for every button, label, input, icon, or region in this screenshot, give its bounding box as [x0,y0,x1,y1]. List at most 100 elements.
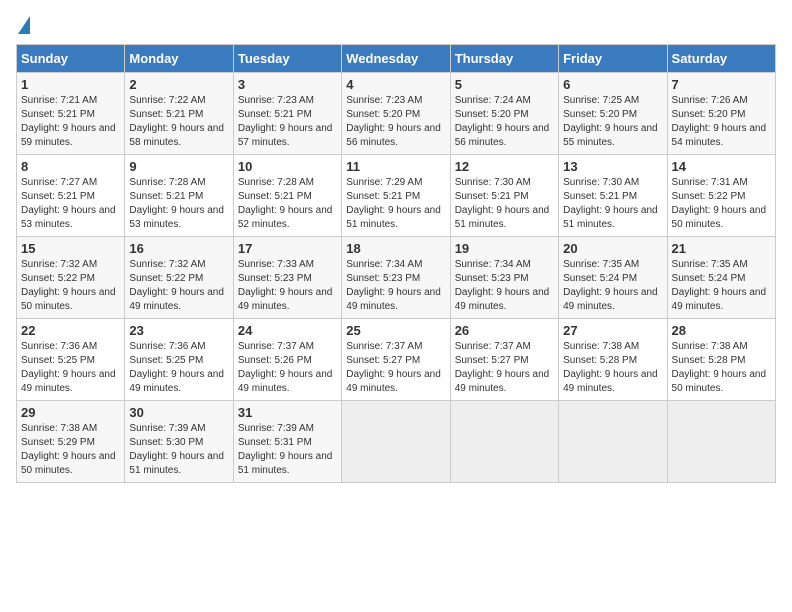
day-number: 4 [346,77,445,92]
calendar-week-row: 15 Sunrise: 7:32 AMSunset: 5:22 PMDayligh… [17,237,776,319]
day-info: Sunrise: 7:33 AMSunset: 5:23 PMDaylight:… [238,258,337,314]
calendar-day-cell: 5 Sunrise: 7:24 AMSunset: 5:20 PMDaylight… [450,73,558,155]
day-number: 18 [346,241,445,256]
day-info: Sunrise: 7:35 AMSunset: 5:24 PMDaylight:… [672,258,771,314]
calendar-day-cell: 7 Sunrise: 7:26 AMSunset: 5:20 PMDaylight… [667,73,775,155]
calendar-day-cell: 12Sunrise: 7:30 AMSunset: 5:21 PMDayligh… [450,155,558,237]
day-info: Sunrise: 7:24 AMSunset: 5:20 PMDaylight:… [455,94,554,150]
day-info: Sunrise: 7:36 AMSunset: 5:25 PMDaylight:… [129,340,228,396]
day-number: 6 [563,77,662,92]
day-info: Sunrise: 7:27 AMSunset: 5:21 PMDaylight:… [21,176,120,232]
day-number: 15 [21,241,120,256]
day-info: Sunrise: 7:38 AMSunset: 5:29 PMDaylight:… [21,422,120,478]
calendar-day-cell: 3 Sunrise: 7:23 AMSunset: 5:21 PMDaylight… [233,73,341,155]
day-number: 1 [21,77,120,92]
day-info: Sunrise: 7:38 AMSunset: 5:28 PMDaylight:… [563,340,662,396]
day-info: Sunrise: 7:22 AMSunset: 5:21 PMDaylight:… [129,94,228,150]
calendar-day-cell: 22 Sunrise: 7:36 AMSunset: 5:25 PMDayligh… [17,319,125,401]
calendar-day-cell: 10 Sunrise: 7:28 AMSunset: 5:21 PMDayligh… [233,155,341,237]
day-info: Sunrise: 7:34 AMSunset: 5:23 PMDaylight:… [346,258,445,314]
calendar-day-cell [559,401,667,483]
calendar-day-cell: 6 Sunrise: 7:25 AMSunset: 5:20 PMDaylight… [559,73,667,155]
day-info: Sunrise: 7:25 AMSunset: 5:20 PMDaylight:… [563,94,662,150]
calendar-day-cell: 26 Sunrise: 7:37 AMSunset: 5:27 PMDayligh… [450,319,558,401]
day-number: 10 [238,159,337,174]
day-number: 21 [672,241,771,256]
calendar-day-cell: 9 Sunrise: 7:28 AMSunset: 5:21 PMDaylight… [125,155,233,237]
day-info: Sunrise: 7:31 AMSunset: 5:22 PMDaylight:… [672,176,771,232]
calendar-day-cell: 2 Sunrise: 7:22 AMSunset: 5:21 PMDaylight… [125,73,233,155]
day-number: 29 [21,405,120,420]
calendar-day-cell: 25 Sunrise: 7:37 AMSunset: 5:27 PMDayligh… [342,319,450,401]
logo-triangle-icon [18,16,30,34]
calendar-day-cell: 30 Sunrise: 7:39 AMSunset: 5:30 PMDayligh… [125,401,233,483]
day-number: 9 [129,159,228,174]
calendar-week-row: 1 Sunrise: 7:21 AMSunset: 5:21 PMDaylight… [17,73,776,155]
day-number: 27 [563,323,662,338]
calendar-day-cell: 29 Sunrise: 7:38 AMSunset: 5:29 PMDayligh… [17,401,125,483]
day-info: Sunrise: 7:23 AMSunset: 5:21 PMDaylight:… [238,94,337,150]
day-number: 12 [455,159,554,174]
calendar-week-row: 22 Sunrise: 7:36 AMSunset: 5:25 PMDayligh… [17,319,776,401]
weekday-header: Wednesday [342,45,450,73]
calendar-day-cell: 14Sunrise: 7:31 AMSunset: 5:22 PMDayligh… [667,155,775,237]
day-info: Sunrise: 7:39 AMSunset: 5:31 PMDaylight:… [238,422,337,478]
calendar-day-cell: 13Sunrise: 7:30 AMSunset: 5:21 PMDayligh… [559,155,667,237]
day-info: Sunrise: 7:21 AMSunset: 5:21 PMDaylight:… [21,94,120,150]
day-info: Sunrise: 7:26 AMSunset: 5:20 PMDaylight:… [672,94,771,150]
day-number: 13 [563,159,662,174]
calendar-day-cell: 23 Sunrise: 7:36 AMSunset: 5:25 PMDayligh… [125,319,233,401]
day-info: Sunrise: 7:37 AMSunset: 5:27 PMDaylight:… [346,340,445,396]
day-info: Sunrise: 7:28 AMSunset: 5:21 PMDaylight:… [238,176,337,232]
day-number: 31 [238,405,337,420]
day-number: 11 [346,159,445,174]
day-number: 23 [129,323,228,338]
calendar-day-cell: 8 Sunrise: 7:27 AMSunset: 5:21 PMDaylight… [17,155,125,237]
day-number: 8 [21,159,120,174]
day-info: Sunrise: 7:37 AMSunset: 5:27 PMDaylight:… [455,340,554,396]
calendar-day-cell: 4 Sunrise: 7:23 AMSunset: 5:20 PMDaylight… [342,73,450,155]
day-number: 20 [563,241,662,256]
weekday-header: Tuesday [233,45,341,73]
calendar-day-cell: 16 Sunrise: 7:32 AMSunset: 5:22 PMDayligh… [125,237,233,319]
calendar-day-cell: 11 Sunrise: 7:29 AMSunset: 5:21 PMDayligh… [342,155,450,237]
day-number: 3 [238,77,337,92]
day-number: 16 [129,241,228,256]
calendar-day-cell: 28 Sunrise: 7:38 AMSunset: 5:28 PMDayligh… [667,319,775,401]
day-number: 24 [238,323,337,338]
day-info: Sunrise: 7:29 AMSunset: 5:21 PMDaylight:… [346,176,445,232]
day-info: Sunrise: 7:32 AMSunset: 5:22 PMDaylight:… [129,258,228,314]
day-number: 25 [346,323,445,338]
page-header [16,16,776,34]
day-info: Sunrise: 7:28 AMSunset: 5:21 PMDaylight:… [129,176,228,232]
day-info: Sunrise: 7:36 AMSunset: 5:25 PMDaylight:… [21,340,120,396]
calendar-day-cell: 17 Sunrise: 7:33 AMSunset: 5:23 PMDayligh… [233,237,341,319]
day-number: 26 [455,323,554,338]
day-number: 2 [129,77,228,92]
calendar-day-cell: 27 Sunrise: 7:38 AMSunset: 5:28 PMDayligh… [559,319,667,401]
day-number: 7 [672,77,771,92]
calendar-day-cell: 20Sunrise: 7:35 AMSunset: 5:24 PMDayligh… [559,237,667,319]
weekday-header: Sunday [17,45,125,73]
calendar-day-cell: 24 Sunrise: 7:37 AMSunset: 5:26 PMDayligh… [233,319,341,401]
logo [16,16,30,34]
day-info: Sunrise: 7:39 AMSunset: 5:30 PMDaylight:… [129,422,228,478]
day-number: 28 [672,323,771,338]
calendar-day-cell: 19 Sunrise: 7:34 AMSunset: 5:23 PMDayligh… [450,237,558,319]
day-info: Sunrise: 7:23 AMSunset: 5:20 PMDaylight:… [346,94,445,150]
day-info: Sunrise: 7:37 AMSunset: 5:26 PMDaylight:… [238,340,337,396]
day-number: 17 [238,241,337,256]
day-number: 19 [455,241,554,256]
calendar-day-cell [342,401,450,483]
day-number: 5 [455,77,554,92]
day-number: 22 [21,323,120,338]
calendar-day-cell: 1 Sunrise: 7:21 AMSunset: 5:21 PMDaylight… [17,73,125,155]
calendar-day-cell: 15Sunrise: 7:32 AMSunset: 5:22 PMDayligh… [17,237,125,319]
weekday-header: Thursday [450,45,558,73]
weekday-header: Saturday [667,45,775,73]
day-info: Sunrise: 7:34 AMSunset: 5:23 PMDaylight:… [455,258,554,314]
calendar-table: SundayMondayTuesdayWednesdayThursdayFrid… [16,44,776,483]
day-number: 30 [129,405,228,420]
calendar-day-cell [450,401,558,483]
day-info: Sunrise: 7:38 AMSunset: 5:28 PMDaylight:… [672,340,771,396]
